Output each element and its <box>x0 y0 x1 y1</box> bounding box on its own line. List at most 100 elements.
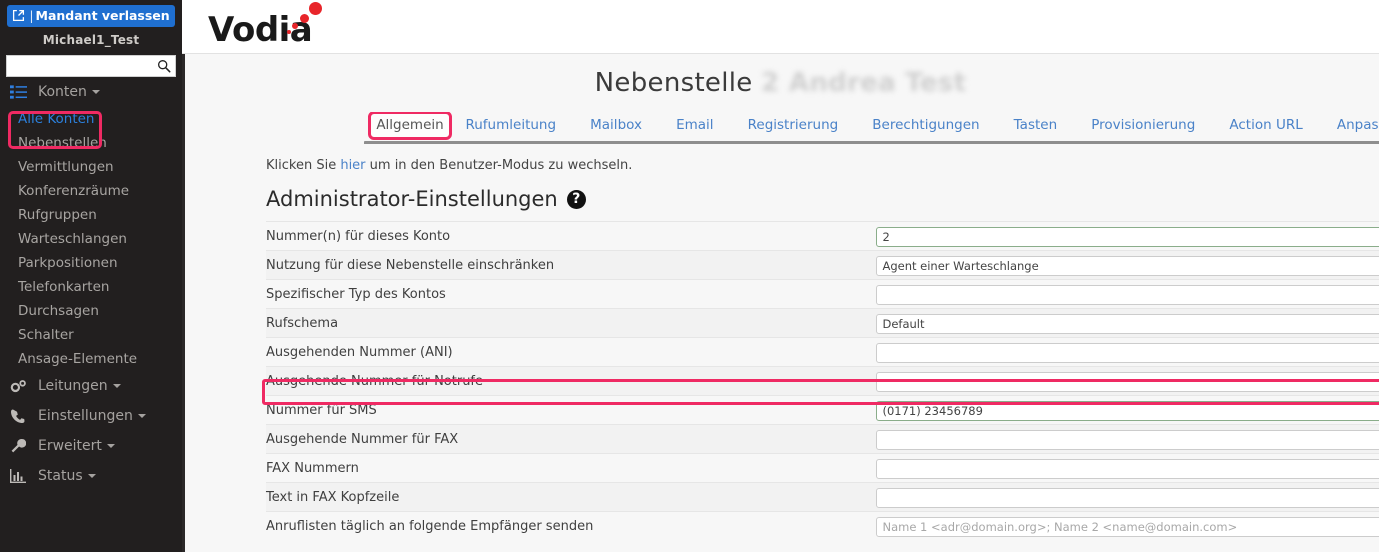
row-label: Spezifischer Typ des Kontos <box>266 279 877 309</box>
sidebar-item-warteschlangen[interactable]: Warteschlangen <box>0 227 182 251</box>
tab-mailbox[interactable]: Mailbox <box>590 112 642 138</box>
list-icon <box>10 85 30 99</box>
tenant-button-separator: | <box>29 8 34 23</box>
help-icon[interactable]: ? <box>566 189 586 209</box>
notruf-nummer-input[interactable] <box>876 371 1379 392</box>
sidebar-item-schalter[interactable]: Schalter <box>0 323 182 347</box>
sidebar-search <box>6 55 176 77</box>
section-title: Administrator-Einstellungen <box>266 187 558 211</box>
ani-input[interactable] <box>876 342 1379 363</box>
sidebar-group-einstellungen[interactable]: Einstellungen <box>0 401 182 431</box>
sidebar-group-status[interactable]: Status <box>0 461 182 491</box>
row-field <box>876 453 1379 483</box>
sidebar-group-leitungen[interactable]: Leitungen <box>0 371 182 401</box>
row-label: Ausgehende Nummer für FAX <box>266 424 877 454</box>
table-row: Anruflisten täglich an folgende Empfänge… <box>266 511 1379 541</box>
settings-table: Nummer(n) für dieses Konto Nutzung für d… <box>266 221 1379 541</box>
fax-nummern-input[interactable] <box>876 458 1379 479</box>
row-label: Ausgehende Nummer für Notrufe <box>266 366 877 396</box>
topbar: Vodia <box>182 0 1379 54</box>
sidebar-item-rufgruppen[interactable]: Rufgruppen <box>0 203 182 227</box>
sidebar-item-durchsagen[interactable]: Durchsagen <box>0 299 182 323</box>
table-row: Ausgehende Nummer für Notrufe <box>266 366 1379 396</box>
row-label: FAX Nummern <box>266 453 877 483</box>
page-title-prefix: Nebenstelle <box>594 68 753 98</box>
tab-allgemein[interactable]: Allgemein <box>368 112 452 140</box>
phone-icon <box>10 408 30 424</box>
section-title-wrap: Administrator-Einstellungen ? <box>266 187 1379 211</box>
tab-anpassen[interactable]: Anpas: <box>1337 112 1379 138</box>
leave-tenant-button[interactable]: | Mandant verlassen <box>7 5 175 27</box>
row-field <box>876 424 1379 454</box>
bar-chart-icon <box>10 469 30 483</box>
tab-rufumleitung[interactable]: Rufumleitung <box>465 112 556 138</box>
fax-ausgehend-input[interactable] <box>876 429 1379 450</box>
sidebar-item-parkpositionen[interactable]: Parkpositionen <box>0 251 182 275</box>
table-row: Nummer(n) für dieses Konto <box>266 221 1379 251</box>
row-label: Rufschema <box>266 308 877 338</box>
sidebar: | Mandant verlassen Michael1_Test Konten… <box>0 0 182 552</box>
row-label: Nummer für SMS <box>266 395 877 425</box>
rufschema-select[interactable]: Default <box>876 313 1379 334</box>
sidebar-group-label: Erweitert <box>38 438 102 454</box>
chevron-down-icon <box>106 444 115 448</box>
tab-email[interactable]: Email <box>676 112 713 138</box>
search-input[interactable] <box>6 55 176 77</box>
sidebar-group-erweitert[interactable]: Erweitert <box>0 431 182 461</box>
hint-text-before: Klicken Sie <box>266 158 341 173</box>
sidebar-group-label: Leitungen <box>38 378 108 394</box>
tab-berechtigungen[interactable]: Berechtigungen <box>872 112 979 138</box>
page-title-subject: 2 Andrea Test <box>761 68 967 98</box>
table-row: Ausgehende Nummer für FAX <box>266 424 1379 454</box>
row-field: Agent einer Warteschlange <box>876 250 1379 280</box>
user-mode-link[interactable]: hier <box>340 158 365 173</box>
content-area: Klicken Sie hier um in den Benutzer-Modu… <box>182 144 1379 541</box>
row-field <box>876 279 1379 309</box>
tab-registrierung[interactable]: Registrierung <box>748 112 839 138</box>
logo-dot <box>309 2 322 15</box>
table-row: Spezifischer Typ des Kontos <box>266 279 1379 309</box>
external-link-icon <box>12 7 25 29</box>
fax-kopfzeile-input[interactable] <box>876 487 1379 508</box>
row-field <box>876 366 1379 396</box>
chevron-down-icon <box>87 474 96 478</box>
sidebar-item-nebenstellen[interactable]: Nebenstellen <box>0 131 182 155</box>
wrench-icon <box>10 438 30 454</box>
sidebar-item-konferenzraeume[interactable]: Konferenzräume <box>0 179 182 203</box>
table-row: Text in FAX Kopfzeile <box>266 482 1379 512</box>
sms-nummer-input[interactable] <box>876 400 1379 421</box>
sidebar-item-vermittlungen[interactable]: Vermittlungen <box>0 155 182 179</box>
row-label: Nummer(n) für dieses Konto <box>266 221 877 251</box>
sidebar-group-label: Status <box>38 468 83 484</box>
user-mode-hint: Klicken Sie hier um in den Benutzer-Modu… <box>266 158 1379 173</box>
chevron-down-icon <box>112 384 121 388</box>
tab-provisionierung[interactable]: Provisionierung <box>1091 112 1195 138</box>
anruflisten-empfaenger-input[interactable] <box>876 516 1379 537</box>
nummern-konto-input[interactable] <box>876 226 1379 247</box>
row-label: Nutzung für diese Nebenstelle einschränk… <box>266 250 877 280</box>
logo-dot <box>287 30 291 34</box>
sidebar-group-label: Einstellungen <box>38 408 133 424</box>
tab-action-url[interactable]: Action URL <box>1229 112 1302 138</box>
sidebar-item-alle-konten[interactable]: Alle Konten <box>0 107 182 131</box>
row-label: Ausgehenden Nummer (ANI) <box>266 337 877 367</box>
spezifischer-typ-input[interactable] <box>876 284 1379 305</box>
row-field <box>876 221 1379 251</box>
sidebar-group-konten[interactable]: Konten <box>0 77 182 107</box>
sidebar-group-label: Konten <box>38 84 87 100</box>
tab-tasten[interactable]: Tasten <box>1014 112 1057 138</box>
sidebar-item-telefonkarten[interactable]: Telefonkarten <box>0 275 182 299</box>
tab-bar: Allgemein Rufumleitung Mailbox Email Reg… <box>182 112 1379 144</box>
main-area: Vodia Nebenstelle 2 Andrea Test Rufumlei… <box>182 0 1379 552</box>
table-row: Ausgehenden Nummer (ANI) <box>266 337 1379 367</box>
sidebar-item-ansage-elemente[interactable]: Ansage-Elemente <box>0 347 182 371</box>
chevron-down-icon <box>137 414 146 418</box>
row-label: Text in FAX Kopfzeile <box>266 482 877 512</box>
leave-tenant-label: Mandant verlassen <box>35 8 170 23</box>
row-field <box>876 337 1379 367</box>
row-field <box>876 482 1379 512</box>
logo-text: Vodia <box>208 10 313 50</box>
nutzung-einschraenken-select[interactable]: Agent einer Warteschlange <box>876 255 1379 276</box>
row-field <box>876 395 1379 425</box>
tenant-name: Michael1_Test <box>42 33 140 47</box>
